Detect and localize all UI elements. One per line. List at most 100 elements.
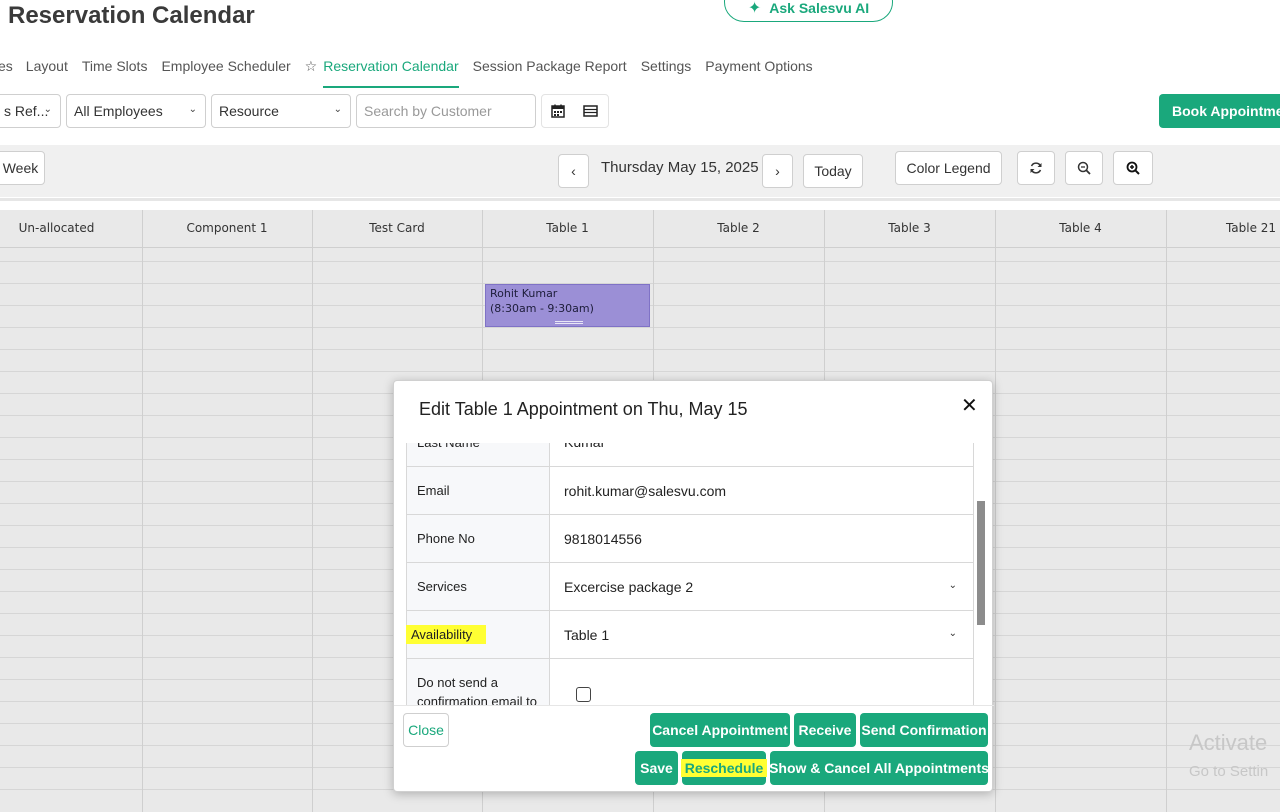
page-title: Reservation Calendar bbox=[8, 2, 255, 29]
ask-ai-button[interactable]: ✦ Ask Salesvu AI bbox=[724, 0, 893, 22]
edit-appointment-modal: Edit Table 1 Appointment on Thu, May 15 … bbox=[393, 380, 994, 792]
grid-line bbox=[0, 349, 1280, 350]
tab-layout[interactable]: Layout bbox=[26, 56, 68, 88]
close-button[interactable]: Close bbox=[403, 713, 449, 747]
tab-employee-scheduler[interactable]: Employee Scheduler bbox=[161, 56, 290, 88]
sparkle-icon: ✦ bbox=[747, 0, 762, 17]
employees-select-value: All Employees bbox=[74, 103, 163, 119]
modal-form: Last Name Kumar Email rohit.kumar@salesv… bbox=[406, 443, 974, 705]
email-row: Email rohit.kumar@salesvu.com bbox=[406, 467, 974, 515]
column-divider bbox=[142, 210, 143, 812]
header-divider bbox=[0, 247, 1280, 248]
reschedule-label: Reschedule bbox=[680, 759, 768, 777]
next-day-button[interactable]: › bbox=[762, 154, 793, 188]
no-email-checkbox[interactable] bbox=[576, 687, 591, 702]
column-header-un-allocated: Un-allocated bbox=[18, 221, 95, 235]
zoom-in-button[interactable] bbox=[1113, 151, 1153, 185]
refresh-button[interactable] bbox=[1017, 151, 1055, 185]
phone-label: Phone No bbox=[407, 515, 550, 562]
services-select[interactable]: Excercise package 2 bbox=[564, 563, 693, 610]
tab-session-package-report[interactable]: Session Package Report bbox=[473, 56, 627, 88]
current-date: Thursday May 15, 2025 bbox=[601, 159, 759, 176]
last-name-row: Last Name Kumar bbox=[406, 443, 974, 467]
filter-bar: s Ref... ⌄ All Employees ⌄ Resource ⌄ Se… bbox=[0, 94, 1280, 128]
appointment-time: (8:30am - 9:30am) bbox=[490, 302, 594, 315]
column-divider bbox=[995, 210, 996, 812]
last-name-field[interactable]: Kumar bbox=[564, 443, 605, 466]
prev-day-button[interactable]: ‹ bbox=[558, 154, 589, 188]
appointment-block[interactable]: Rohit Kumar (8:30am - 9:30am) bbox=[485, 284, 650, 327]
modal-title: Edit Table 1 Appointment on Thu, May 15 bbox=[419, 399, 748, 419]
grid-line bbox=[0, 327, 1280, 328]
reschedule-button[interactable]: Reschedule bbox=[680, 751, 768, 785]
favorite-star-icon[interactable]: ☆ bbox=[305, 56, 318, 88]
show-cancel-all-button[interactable]: Show & Cancel All Appointments bbox=[769, 751, 989, 785]
close-icon[interactable]: ✕ bbox=[961, 393, 978, 418]
chevron-down-icon: ⌄ bbox=[43, 104, 52, 115]
availability-select[interactable]: Table 1 bbox=[564, 611, 609, 658]
ref-select[interactable]: s Ref... ⌄ bbox=[0, 94, 61, 128]
activation-watermark-sub: Go to Settin bbox=[1189, 763, 1269, 780]
book-appointment-button[interactable]: Book Appointment bbox=[1159, 94, 1280, 128]
save-button[interactable]: Save bbox=[635, 751, 678, 785]
modal-scrollbar[interactable] bbox=[977, 501, 985, 625]
tab-time-slots[interactable]: Time Slots bbox=[82, 56, 148, 88]
tab-es[interactable]: es bbox=[0, 56, 13, 88]
column-header-table-2: Table 2 bbox=[717, 221, 760, 235]
resource-select[interactable]: Resource ⌄ bbox=[211, 94, 351, 128]
chevron-down-icon[interactable]: ⌄ bbox=[949, 580, 957, 591]
activation-watermark: Activate bbox=[1189, 730, 1268, 755]
email-field[interactable]: rohit.kumar@salesvu.com bbox=[564, 467, 726, 514]
column-header-table-4: Table 4 bbox=[1059, 221, 1102, 235]
employees-select[interactable]: All Employees ⌄ bbox=[66, 94, 206, 128]
zoom-in-icon bbox=[1126, 161, 1140, 175]
column-header-component-1: Component 1 bbox=[186, 221, 268, 235]
chevron-down-icon[interactable]: ⌄ bbox=[949, 628, 957, 639]
column-divider bbox=[312, 210, 313, 812]
receive-button[interactable]: Receive bbox=[794, 713, 856, 747]
no-email-label: Do not send a confirmation email to bbox=[407, 659, 550, 705]
zoom-out-icon bbox=[1077, 161, 1091, 175]
column-header-table-3: Table 3 bbox=[888, 221, 931, 235]
no-email-row: Do not send a confirmation email to bbox=[406, 659, 974, 705]
column-header-table-1: Table 1 bbox=[546, 221, 589, 235]
email-label: Email bbox=[407, 467, 550, 514]
chevron-down-icon: ⌄ bbox=[333, 104, 342, 115]
grid-line bbox=[0, 261, 1280, 262]
toolbar-divider bbox=[0, 198, 1280, 201]
send-confirmation-button[interactable]: Send Confirmation bbox=[860, 713, 988, 747]
chevron-right-icon: › bbox=[775, 163, 780, 179]
tab-payment-options[interactable]: Payment Options bbox=[705, 56, 812, 88]
grid-line bbox=[0, 371, 1280, 372]
refresh-icon bbox=[1030, 162, 1042, 174]
color-legend-button[interactable]: Color Legend bbox=[895, 151, 1002, 185]
list-view-icon[interactable] bbox=[574, 94, 606, 128]
tab-reservation-calendar[interactable]: Reservation Calendar bbox=[323, 56, 459, 88]
appointment-customer-name: Rohit Kumar bbox=[490, 287, 558, 300]
availability-row: Availability Table 1 ⌄ bbox=[406, 611, 974, 659]
resize-handle[interactable] bbox=[555, 321, 583, 324]
services-label: Services bbox=[407, 563, 550, 610]
phone-field[interactable]: 9818014556 bbox=[564, 515, 642, 562]
calendar-icon[interactable] bbox=[542, 94, 574, 128]
search-placeholder: Search by Customer bbox=[364, 103, 492, 119]
tab-settings[interactable]: Settings bbox=[641, 56, 692, 88]
search-input[interactable]: Search by Customer bbox=[356, 94, 536, 128]
app-root: Reservation Calendar ✦ Ask Salesvu AI es… bbox=[0, 0, 1280, 812]
column-header-table-21: Table 21 bbox=[1225, 221, 1277, 235]
resource-select-value: Resource bbox=[219, 103, 279, 119]
chevron-down-icon: ⌄ bbox=[188, 104, 197, 115]
phone-row: Phone No 9818014556 bbox=[406, 515, 974, 563]
ask-ai-label: Ask Salesvu AI bbox=[769, 0, 870, 16]
availability-label: Availability bbox=[406, 625, 487, 644]
week-view-button[interactable]: Week bbox=[0, 151, 45, 185]
zoom-out-button[interactable] bbox=[1065, 151, 1103, 185]
column-header-test-card: Test Card bbox=[369, 221, 425, 235]
column-divider bbox=[1166, 210, 1167, 812]
ref-select-value: s Ref... bbox=[4, 103, 49, 119]
last-name-label: Last Name bbox=[407, 443, 550, 466]
today-button[interactable]: Today bbox=[803, 154, 863, 188]
cancel-appointment-button[interactable]: Cancel Appointment bbox=[650, 713, 790, 747]
availability-label-cell: Availability bbox=[406, 611, 550, 658]
nav-tabs: es Layout Time Slots Employee Scheduler … bbox=[0, 56, 827, 90]
